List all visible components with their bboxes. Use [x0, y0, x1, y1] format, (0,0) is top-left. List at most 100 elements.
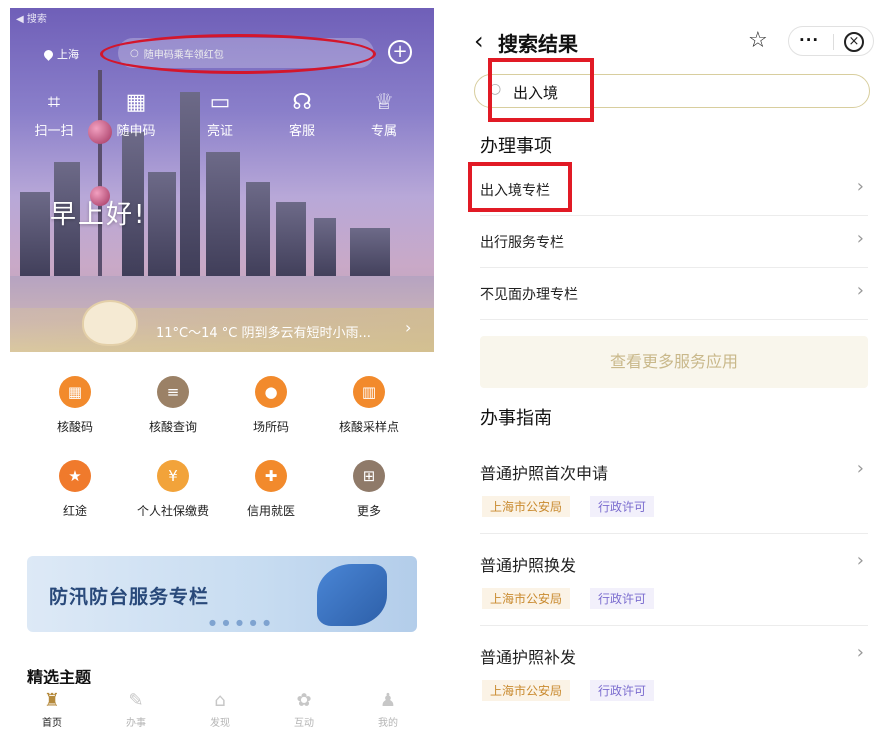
tab-home[interactable]: ♜ 首页 — [22, 688, 82, 729]
quick-action-label: 随申码 — [116, 124, 156, 139]
service-label: 更多 — [356, 504, 381, 518]
department-tag: 上海市公安局 — [482, 680, 571, 701]
scan-icon: ⌗ — [47, 90, 61, 115]
service-social-security[interactable]: ¥ 个人社保缴费 — [120, 460, 226, 519]
medical-card-icon: ✚ — [255, 460, 287, 492]
guide-title: 普通护照首次申请 — [480, 464, 609, 483]
quick-action-label: 扫一扫 — [34, 124, 74, 139]
result-item[interactable]: 不见面办理专栏 › — [480, 268, 868, 320]
tab-label: 发现 — [210, 718, 230, 729]
qr-code-icon: ▦ — [59, 376, 91, 408]
hero-banner: ◀ 搜索 上海 ○ 随申码乘车领红包 + ⌗ 扫一扫 ▦ 随申码 ▭ 亮证 ☊ … — [10, 8, 434, 352]
id-card-icon: ▭ — [209, 90, 231, 115]
more-services-button[interactable]: 查看更多服务应用 — [480, 336, 868, 388]
highlight-box — [488, 58, 594, 122]
guide-title: 普通护照换发 — [480, 556, 577, 575]
chevron-right-icon: › — [405, 318, 412, 337]
service-label: 红途 — [62, 504, 87, 518]
tab-discover[interactable]: ⌂ 发现 — [190, 688, 250, 729]
profile-icon: ♟ — [379, 690, 397, 711]
crown-icon: ♕ — [374, 90, 394, 115]
department-tag: 上海市公安局 — [482, 588, 571, 609]
flood-prevention-banner[interactable]: 防汛防台服务专栏 ● ● ● ● ● — [27, 556, 417, 632]
tab-label: 我的 — [378, 718, 398, 729]
guide-item[interactable]: 普通护照补发 › 上海市公安局 行政许可 — [480, 626, 868, 718]
weather-bar[interactable]: 11°C～14 °C 阴到多云有短时小雨... › — [10, 300, 434, 352]
result-item-label: 不见面办理专栏 — [480, 287, 578, 303]
weather-text: 11°C～14 °C 阴到多云有短时小雨... — [156, 326, 371, 341]
service-nucleic-query[interactable]: ≡ 核酸查询 — [120, 376, 226, 435]
back-link[interactable]: ◀ 搜索 — [16, 10, 47, 25]
skyline-building — [20, 192, 50, 282]
greeting: 早上好! — [50, 200, 147, 230]
highlight-box — [468, 162, 572, 212]
location-pin-icon: ● — [255, 376, 287, 408]
home-icon: ♜ — [43, 690, 61, 711]
add-button[interactable]: + — [388, 40, 412, 64]
close-icon[interactable]: × — [844, 32, 864, 52]
miniprogram-capsule: ··· × — [788, 26, 874, 56]
payment-icon: ¥ — [157, 460, 189, 492]
location-pin-icon — [42, 47, 55, 61]
location-selector[interactable]: 上海 — [42, 46, 79, 62]
service-nucleic-code[interactable]: ▦ 核酸码 — [22, 376, 128, 435]
skyline-building — [350, 228, 390, 282]
chevron-right-icon: › — [856, 280, 864, 301]
building-icon: ▥ — [353, 376, 385, 408]
quick-action-scan[interactable]: ⌗ 扫一扫 — [14, 90, 94, 139]
department-tag: 上海市公安局 — [482, 496, 571, 517]
more-grid-icon: ⊞ — [353, 460, 385, 492]
tab-affairs[interactable]: ✎ 办事 — [106, 688, 166, 729]
service-label: 信用就医 — [246, 504, 295, 518]
star-icon[interactable]: ☆ — [748, 28, 768, 53]
category-tag: 行政许可 — [590, 680, 655, 701]
category-tag: 行政许可 — [590, 588, 655, 609]
service-sampling-site[interactable]: ▥ 核酸采样点 — [316, 376, 422, 435]
service-more[interactable]: ⊞ 更多 — [316, 460, 422, 519]
service-label: 核酸查询 — [148, 420, 197, 434]
service-credit-medical[interactable]: ✚ 信用就医 — [218, 460, 324, 519]
bottom-tab-bar: ♜ 首页 ✎ 办事 ⌂ 发现 ✿ 互动 ♟ 我的 — [10, 684, 434, 740]
service-label: 核酸码 — [56, 420, 93, 434]
tab-label: 办事 — [126, 718, 146, 729]
service-red-route[interactable]: ★ 红途 — [22, 460, 128, 519]
chevron-right-icon: › — [856, 228, 864, 249]
quick-action-exclusive[interactable]: ♕ 专属 — [344, 90, 424, 139]
document-icon: ≡ — [157, 376, 189, 408]
chevron-right-icon: › — [856, 458, 864, 479]
tab-label: 首页 — [42, 718, 62, 729]
result-item[interactable]: 出行服务专栏 › — [480, 216, 868, 268]
skyline-building — [148, 172, 176, 282]
guide-item[interactable]: 普通护照首次申请 › 上海市公安局 行政许可 — [480, 442, 868, 534]
search-results-screen: ‹ 搜索结果 ☆ ··· × ○ 出入境 办理事项 出入境专栏 › 出行服务专栏… — [462, 8, 882, 740]
skyline-building — [246, 182, 270, 282]
quick-action-label: 亮证 — [206, 124, 233, 139]
qr-code-icon: ▦ — [125, 90, 147, 115]
umbrella-figure-icon — [317, 564, 387, 626]
location-label: 上海 — [57, 48, 79, 61]
pen-icon: ✎ — [128, 690, 144, 711]
chevron-right-icon: › — [856, 550, 864, 571]
service-label: 个人社保缴费 — [136, 504, 209, 518]
quick-action-label: 客服 — [288, 124, 315, 139]
quick-action-service[interactable]: ☊ 客服 — [262, 90, 342, 139]
guide-item[interactable]: 普通护照换发 › 上海市公安局 行政许可 — [480, 534, 868, 626]
capsule-divider — [833, 34, 834, 50]
tab-label: 互动 — [294, 718, 314, 729]
chevron-left-icon[interactable]: ‹ — [474, 26, 484, 56]
star-icon: ★ — [59, 460, 91, 492]
tab-mine[interactable]: ♟ 我的 — [358, 688, 418, 729]
mascot-icon — [82, 300, 138, 346]
quick-action-id[interactable]: ▭ 亮证 — [180, 90, 260, 139]
chevron-right-icon: › — [856, 642, 864, 663]
chevron-right-icon: › — [856, 176, 864, 197]
skyline-building — [276, 202, 306, 282]
tab-interact[interactable]: ✿ 互动 — [274, 688, 334, 729]
service-venue-code[interactable]: ● 场所码 — [218, 376, 324, 435]
skyline-building — [206, 152, 240, 282]
skyline-building — [314, 218, 336, 282]
discover-icon: ⌂ — [214, 690, 226, 711]
guide-title: 普通护照补发 — [480, 648, 577, 667]
quick-action-health-code[interactable]: ▦ 随申码 — [96, 90, 176, 139]
more-icon[interactable]: ··· — [799, 31, 819, 49]
